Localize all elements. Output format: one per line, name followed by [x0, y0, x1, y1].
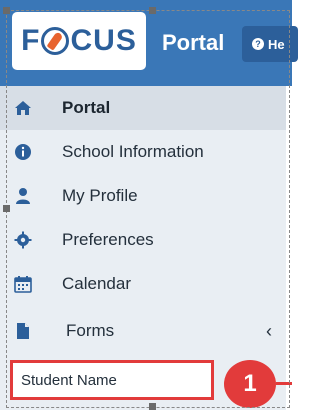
chevron-left-icon[interactable]: ‹: [266, 321, 272, 342]
student-name-label: Student Name: [21, 371, 117, 389]
page-title: Portal: [162, 30, 225, 55]
calendar-icon: [14, 275, 32, 293]
sidebar-item-preferences[interactable]: Preferences: [0, 218, 286, 262]
sidebar-item-label: Calendar: [62, 274, 131, 293]
callout-pointer-line: [276, 382, 292, 385]
help-button[interactable]: ? He: [242, 26, 298, 62]
sidebar-item-calendar[interactable]: Calendar: [0, 262, 286, 306]
sidebar-item-label: Portal: [62, 98, 111, 117]
info-circle-icon: [14, 143, 32, 161]
app-header: F CUS Portal ? He: [0, 0, 298, 86]
question-circle-icon: ?: [252, 38, 264, 50]
sidebar-item-my-profile[interactable]: My Profile: [0, 174, 286, 218]
sidebar-item-portal[interactable]: Portal: [0, 86, 286, 130]
file-icon: [14, 322, 32, 340]
sidebar-item-label: School Information: [62, 142, 204, 161]
home-icon: [14, 99, 32, 117]
rocket-icon: [41, 27, 70, 55]
sidebar-item-forms[interactable]: Forms ‹: [0, 306, 286, 356]
help-label: He: [268, 36, 285, 52]
sidebar-item-label: Forms: [66, 321, 115, 340]
focus-logo[interactable]: F CUS: [12, 12, 146, 70]
user-icon: [14, 187, 32, 205]
sidebar-item-school-information[interactable]: School Information: [0, 130, 286, 174]
sidebar-item-label: Preferences: [62, 230, 154, 249]
step-callout-badge: 1: [224, 360, 276, 408]
gear-icon: [14, 231, 32, 249]
sidebar-item-label: My Profile: [62, 186, 138, 205]
student-name-field[interactable]: Student Name: [10, 360, 214, 400]
